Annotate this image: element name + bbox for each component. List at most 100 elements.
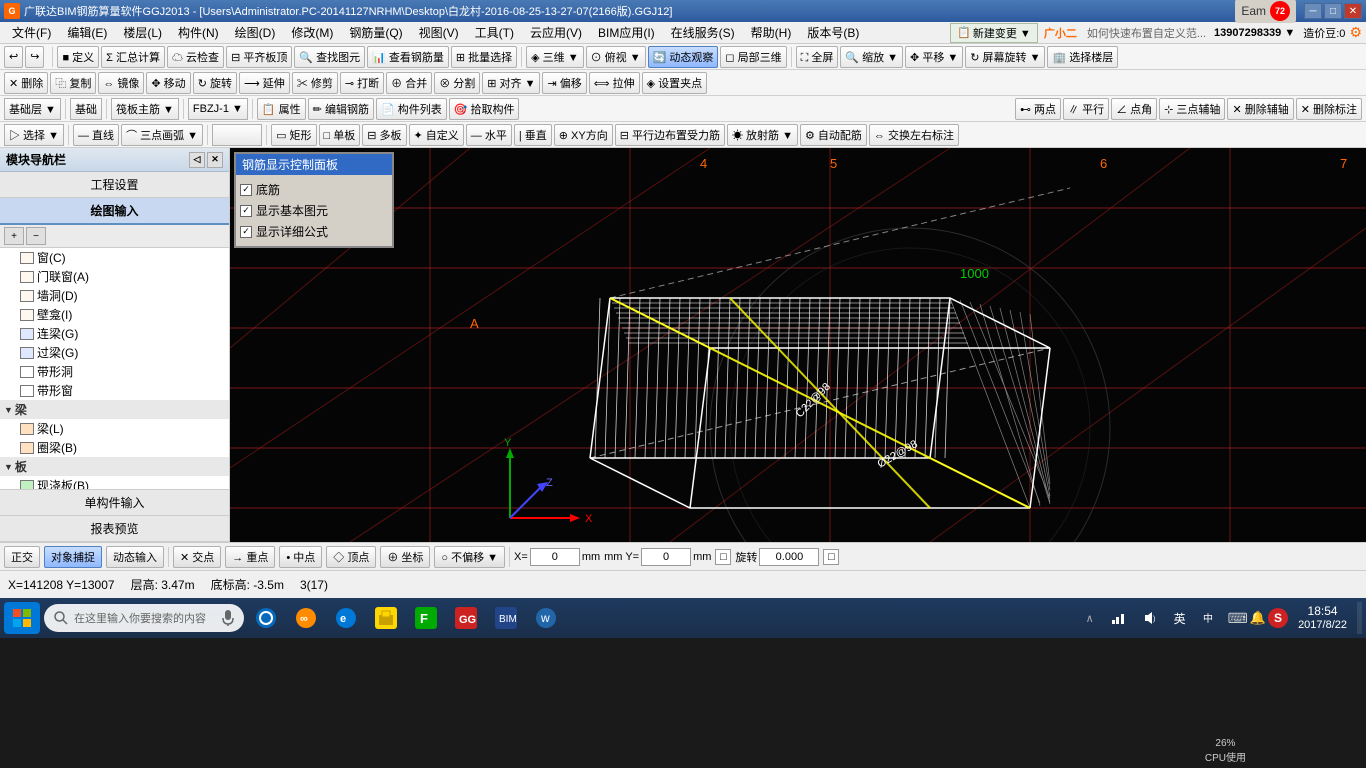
multi-board-button[interactable]: ⊟ 多板 (362, 124, 406, 146)
line-button[interactable]: — 直线 (73, 124, 119, 146)
offset-button[interactable]: ⇥ 偏移 (542, 72, 586, 94)
dynamic-input-button[interactable]: 动态输入 (106, 546, 164, 568)
y-input[interactable] (641, 548, 691, 566)
select-dropdown[interactable]: ▷ 选择 ▼ (4, 124, 64, 146)
find-element-button[interactable]: 🔍 查找图元 (294, 46, 365, 68)
align-button[interactable]: ⊞ 对齐 ▼ (482, 72, 540, 94)
list-item[interactable]: 带形洞 (0, 362, 229, 381)
xy-dir-button[interactable]: ⊕ XY方向 (554, 124, 613, 146)
endpoint-button[interactable]: → 重点 (225, 546, 275, 568)
flat-top-button[interactable]: ⊟ 平齐板顶 (226, 46, 292, 68)
parallel-edge-button[interactable]: ⊟ 平行边布置受力筋 (615, 124, 725, 146)
base-dropdown[interactable]: 基础 (70, 98, 102, 120)
list-item[interactable]: 墙洞(D) (0, 286, 229, 305)
list-item[interactable]: 带形窗 (0, 381, 229, 400)
list-item[interactable]: 梁(L) (0, 419, 229, 438)
rotate-lock-icon[interactable]: □ (823, 549, 839, 565)
horizontal-button[interactable]: — 水平 (466, 124, 512, 146)
panel-expand-button[interactable]: ◁ (189, 152, 205, 168)
component-list-button[interactable]: 📄 构件列表 (376, 98, 447, 120)
intersection-button[interactable]: ✕ 交点 (173, 546, 221, 568)
mic-icon[interactable] (222, 610, 234, 626)
split-button[interactable]: ⊗ 分割 (434, 72, 480, 94)
property-button[interactable]: 📋 属性 (257, 98, 306, 120)
sum-calc-button[interactable]: Σ 汇总计算 (101, 46, 165, 68)
list-item[interactable]: 连梁(G) (0, 324, 229, 343)
new-change-btn[interactable]: 📋新建变更 ▼ (950, 23, 1038, 43)
tree-add-button[interactable]: + (4, 227, 24, 245)
pick-component-button[interactable]: 🎯 拾取构件 (449, 98, 520, 120)
menu-file[interactable]: 文件(F) (4, 22, 59, 43)
zoom-button[interactable]: 🔍 缩放 ▼ (840, 46, 903, 68)
del-axis-button[interactable]: ✕ 删除辅轴 (1227, 98, 1293, 120)
menu-online[interactable]: 在线服务(S) (663, 22, 743, 43)
maximize-button[interactable]: □ (1324, 3, 1342, 19)
midpoint-button[interactable]: • 中点 (279, 546, 322, 568)
menu-view[interactable]: 视图(V) (411, 22, 467, 43)
merge-button[interactable]: ⊕ 合并 (386, 72, 432, 94)
list-item[interactable]: 过梁(G) (0, 343, 229, 362)
list-item[interactable]: 门联窗(A) (0, 267, 229, 286)
tree-remove-button[interactable]: − (26, 227, 46, 245)
quick-layout-label[interactable]: 如何快速布置自定义范... (1083, 23, 1210, 43)
tree-category-slab[interactable]: ▼ 板 (0, 457, 229, 476)
auto-config-button[interactable]: ⚙ 自动配筋 (800, 124, 867, 146)
radial-button[interactable]: ☀ 放射筋 ▼ (727, 124, 798, 146)
view-steel-button[interactable]: 📊 查看钢筋量 (367, 46, 449, 68)
menu-modify[interactable]: 修改(M) (283, 22, 341, 43)
close-button[interactable]: ✕ (1344, 3, 1362, 19)
taskbar-app-7[interactable]: w (528, 602, 564, 634)
tree-category-beam[interactable]: ▼ 梁 (0, 400, 229, 419)
copy-button[interactable]: ⿻ 复制 (50, 72, 96, 94)
vertical-button[interactable]: | 垂直 (514, 124, 552, 146)
menu-help[interactable]: 帮助(H) (743, 22, 800, 43)
report-preview-link[interactable]: 报表预览 (0, 516, 229, 542)
single-component-link[interactable]: 单构件输入 (0, 489, 229, 516)
swap-annotation-button[interactable]: ⇔ 交换左右标注 (869, 124, 959, 146)
local-3d-button[interactable]: ◻ 局部三维 (720, 46, 786, 68)
top-view-button[interactable]: ⊙ 俯视 ▼ (586, 46, 646, 68)
x-input[interactable] (530, 548, 580, 566)
menu-steel[interactable]: 钢筋量(Q) (341, 22, 410, 43)
redo-button[interactable]: ↪ (25, 46, 44, 68)
input-method-label[interactable]: 英 (1168, 602, 1192, 634)
rotate-button[interactable]: ↻ 旋转 (193, 72, 237, 94)
screen-rotate-button[interactable]: ↻ 屏幕旋转 ▼ (965, 46, 1045, 68)
coord-button[interactable]: ⊕ 坐标 (380, 546, 430, 568)
point-angle-button[interactable]: ∠ 点角 (1111, 98, 1157, 120)
menu-cloud[interactable]: 云应用(V) (522, 22, 590, 43)
ime-label[interactable]: 中 (1196, 602, 1224, 634)
taskbar-app-2[interactable]: e (328, 602, 364, 634)
list-item[interactable]: 壁龛(I) (0, 305, 229, 324)
eam-badge[interactable]: 72 (1270, 1, 1290, 21)
object-snap-button[interactable]: 对象捕捉 (44, 546, 102, 568)
menu-bim[interactable]: BIM应用(I) (590, 22, 663, 43)
taskbar-app-4[interactable]: F (408, 602, 444, 634)
fbzj-dropdown[interactable]: FBZJ-1 ▼ (188, 98, 248, 120)
canvas-area[interactable]: 钢筋显示控制面板 底筋 显示基本图元 显示详细公式 (230, 148, 1366, 542)
sys-tray-icons[interactable]: ∧ (1080, 602, 1100, 634)
undo-button[interactable]: ↩ (4, 46, 23, 68)
custom-button[interactable]: ✦ 自定义 (409, 124, 464, 146)
float-panel-item-2[interactable]: 显示基本图元 (240, 200, 388, 221)
delete-button[interactable]: ✕ 删除 (4, 72, 48, 94)
s-icon[interactable]: S (1268, 608, 1288, 628)
float-panel-item-1[interactable]: 底筋 (240, 179, 388, 200)
keyboard-icon[interactable]: ⌨ (1228, 610, 1248, 627)
rotate-input[interactable] (759, 548, 819, 566)
size-dropdown[interactable] (212, 124, 262, 146)
start-button[interactable] (4, 602, 40, 634)
taskbar-cortana[interactable] (248, 602, 284, 634)
taskbar-app-5[interactable]: GG (448, 602, 484, 634)
taskbar-app-3[interactable] (368, 602, 404, 634)
trim-button[interactable]: ✂ 修剪 (292, 72, 338, 94)
dynamic-observe-button[interactable]: 🔄 动态观察 (648, 46, 719, 68)
show-desktop-button[interactable] (1357, 602, 1362, 634)
cloud-check-button[interactable]: ☁ 云检查 (167, 46, 224, 68)
no-offset-button[interactable]: ○ 不偏移 ▼ (434, 546, 505, 568)
minimize-button[interactable]: ─ (1304, 3, 1322, 19)
menu-tools[interactable]: 工具(T) (467, 22, 522, 43)
menu-component[interactable]: 构件(N) (170, 22, 227, 43)
move-button[interactable]: ✥ 移动 (146, 72, 190, 94)
stretch-button[interactable]: ⟺ 拉伸 (589, 72, 640, 94)
